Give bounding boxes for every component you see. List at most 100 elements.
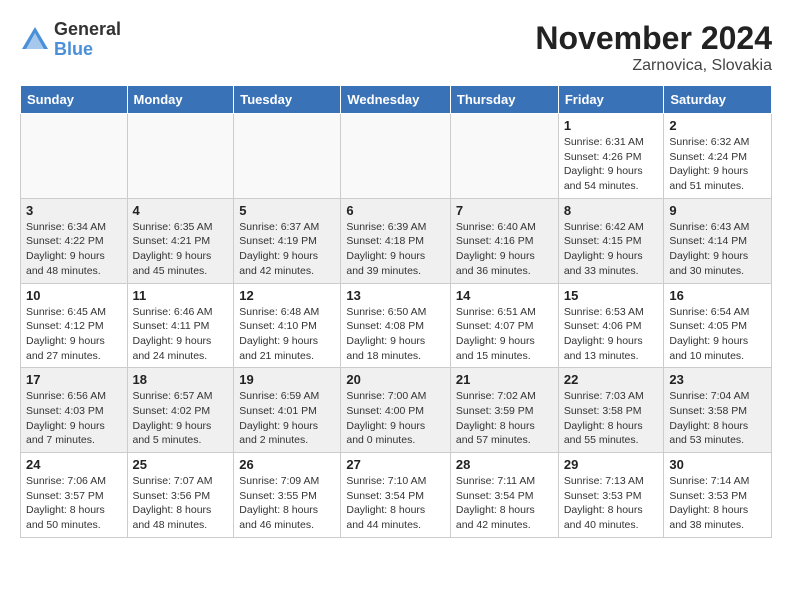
calendar-week-row-0: 1Sunrise: 6:31 AM Sunset: 4:26 PM Daylig… [21, 114, 772, 199]
day-number: 16 [669, 288, 766, 303]
day-number: 29 [564, 457, 659, 472]
header-saturday: Saturday [664, 86, 772, 114]
day-info: Sunrise: 6:37 AM Sunset: 4:19 PM Dayligh… [239, 220, 335, 279]
calendar-cell: 30 Sunrise: 7:14 AM Sunset: 3:53 PM Dayli… [664, 453, 772, 538]
calendar-cell: 27 Sunrise: 7:10 AM Sunset: 3:54 PM Dayli… [341, 453, 451, 538]
day-number: 25 [133, 457, 229, 472]
header-sunday: Sunday [21, 86, 128, 114]
day-info: Sunrise: 6:56 AM Sunset: 4:03 PM Dayligh… [26, 389, 122, 448]
calendar-cell: 13 Sunrise: 6:50 AM Sunset: 4:08 PM Dayli… [341, 283, 451, 368]
page-header: General Blue November 2024 Zarnovica, Sl… [20, 20, 772, 75]
day-number: 17 [26, 372, 122, 387]
calendar-cell [450, 114, 558, 199]
day-number: 2 [669, 118, 766, 133]
day-info: Sunrise: 6:57 AM Sunset: 4:02 PM Dayligh… [133, 389, 229, 448]
day-number: 10 [26, 288, 122, 303]
logo-icon [20, 25, 50, 55]
calendar-cell: 9 Sunrise: 6:43 AM Sunset: 4:14 PM Daylig… [664, 198, 772, 283]
calendar-cell [127, 114, 234, 199]
logo-blue: Blue [54, 40, 121, 60]
day-number: 4 [133, 203, 229, 218]
day-info: Sunrise: 7:14 AM Sunset: 3:53 PM Dayligh… [669, 474, 766, 533]
calendar-cell: 6 Sunrise: 6:39 AM Sunset: 4:18 PM Daylig… [341, 198, 451, 283]
day-info: Sunrise: 6:34 AM Sunset: 4:22 PM Dayligh… [26, 220, 122, 279]
calendar-cell [21, 114, 128, 199]
day-info: Sunrise: 6:54 AM Sunset: 4:05 PM Dayligh… [669, 305, 766, 364]
day-number: 15 [564, 288, 659, 303]
header-friday: Friday [558, 86, 664, 114]
calendar-cell: 11 Sunrise: 6:46 AM Sunset: 4:11 PM Dayli… [127, 283, 234, 368]
day-info: Sunrise: 6:48 AM Sunset: 4:10 PM Dayligh… [239, 305, 335, 364]
day-number: 13 [346, 288, 445, 303]
day-number: 11 [133, 288, 229, 303]
day-info: Sunrise: 6:59 AM Sunset: 4:01 PM Dayligh… [239, 389, 335, 448]
calendar-cell: 4 Sunrise: 6:35 AM Sunset: 4:21 PM Daylig… [127, 198, 234, 283]
calendar-cell: 24Sunrise: 7:06 AM Sunset: 3:57 PM Dayli… [21, 453, 128, 538]
title-block: November 2024 Zarnovica, Slovakia [535, 20, 772, 75]
day-number: 28 [456, 457, 553, 472]
day-info: Sunrise: 6:51 AM Sunset: 4:07 PM Dayligh… [456, 305, 553, 364]
calendar-cell: 10 Sunrise: 6:45 AM Sunset: 4:12 PM Dayli… [21, 283, 128, 368]
day-number: 18 [133, 372, 229, 387]
day-number: 23 [669, 372, 766, 387]
day-number: 19 [239, 372, 335, 387]
day-number: 3 [26, 203, 122, 218]
calendar-cell: 23 Sunrise: 7:04 AM Sunset: 3:58 PM Dayli… [664, 368, 772, 453]
calendar-cell: 14 Sunrise: 6:51 AM Sunset: 4:07 PM Dayli… [450, 283, 558, 368]
day-number: 9 [669, 203, 766, 218]
calendar-cell: 3 Sunrise: 6:34 AM Sunset: 4:22 PM Daylig… [21, 198, 128, 283]
location: Zarnovica, Slovakia [535, 57, 772, 75]
calendar-cell: 21 Sunrise: 7:02 AM Sunset: 3:59 PM Dayli… [450, 368, 558, 453]
day-info: Sunrise: 6:46 AM Sunset: 4:11 PM Dayligh… [133, 305, 229, 364]
calendar-cell: 28 Sunrise: 7:11 AM Sunset: 3:54 PM Dayli… [450, 453, 558, 538]
day-info: Sunrise: 7:03 AM Sunset: 3:58 PM Dayligh… [564, 389, 659, 448]
calendar-cell: 12 Sunrise: 6:48 AM Sunset: 4:10 PM Dayli… [234, 283, 341, 368]
calendar-cell: 19 Sunrise: 6:59 AM Sunset: 4:01 PM Dayli… [234, 368, 341, 453]
day-info: Sunrise: 7:07 AM Sunset: 3:56 PM Dayligh… [133, 474, 229, 533]
day-number: 6 [346, 203, 445, 218]
calendar-cell: 7Sunrise: 6:40 AM Sunset: 4:16 PM Daylig… [450, 198, 558, 283]
calendar-cell: 16 Sunrise: 6:54 AM Sunset: 4:05 PM Dayli… [664, 283, 772, 368]
calendar-cell: 25 Sunrise: 7:07 AM Sunset: 3:56 PM Dayli… [127, 453, 234, 538]
day-info: Sunrise: 7:09 AM Sunset: 3:55 PM Dayligh… [239, 474, 335, 533]
header-thursday: Thursday [450, 86, 558, 114]
calendar-cell: 5 Sunrise: 6:37 AM Sunset: 4:19 PM Daylig… [234, 198, 341, 283]
calendar-cell: 26Sunrise: 7:09 AM Sunset: 3:55 PM Dayli… [234, 453, 341, 538]
day-info: Sunrise: 7:11 AM Sunset: 3:54 PM Dayligh… [456, 474, 553, 533]
day-info: Sunrise: 6:31 AM Sunset: 4:26 PM Dayligh… [564, 135, 659, 194]
day-info: Sunrise: 7:13 AM Sunset: 3:53 PM Dayligh… [564, 474, 659, 533]
day-number: 5 [239, 203, 335, 218]
day-number: 27 [346, 457, 445, 472]
calendar-cell: 2Sunrise: 6:32 AM Sunset: 4:24 PM Daylig… [664, 114, 772, 199]
day-info: Sunrise: 7:06 AM Sunset: 3:57 PM Dayligh… [26, 474, 122, 533]
header-monday: Monday [127, 86, 234, 114]
calendar-cell: 8 Sunrise: 6:42 AM Sunset: 4:15 PM Daylig… [558, 198, 664, 283]
logo: General Blue [20, 20, 121, 60]
day-info: Sunrise: 6:39 AM Sunset: 4:18 PM Dayligh… [346, 220, 445, 279]
calendar-header-row: Sunday Monday Tuesday Wednesday Thursday… [21, 86, 772, 114]
calendar-cell: 1Sunrise: 6:31 AM Sunset: 4:26 PM Daylig… [558, 114, 664, 199]
day-info: Sunrise: 6:45 AM Sunset: 4:12 PM Dayligh… [26, 305, 122, 364]
day-info: Sunrise: 6:43 AM Sunset: 4:14 PM Dayligh… [669, 220, 766, 279]
day-number: 30 [669, 457, 766, 472]
day-number: 12 [239, 288, 335, 303]
day-info: Sunrise: 6:50 AM Sunset: 4:08 PM Dayligh… [346, 305, 445, 364]
day-number: 14 [456, 288, 553, 303]
logo-text: General Blue [54, 20, 121, 60]
day-number: 8 [564, 203, 659, 218]
day-info: Sunrise: 7:02 AM Sunset: 3:59 PM Dayligh… [456, 389, 553, 448]
day-info: Sunrise: 6:42 AM Sunset: 4:15 PM Dayligh… [564, 220, 659, 279]
day-info: Sunrise: 6:40 AM Sunset: 4:16 PM Dayligh… [456, 220, 553, 279]
day-number: 21 [456, 372, 553, 387]
logo-general: General [54, 20, 121, 40]
calendar-cell [234, 114, 341, 199]
day-info: Sunrise: 7:00 AM Sunset: 4:00 PM Dayligh… [346, 389, 445, 448]
day-info: Sunrise: 7:04 AM Sunset: 3:58 PM Dayligh… [669, 389, 766, 448]
day-info: Sunrise: 6:53 AM Sunset: 4:06 PM Dayligh… [564, 305, 659, 364]
calendar-table: Sunday Monday Tuesday Wednesday Thursday… [20, 85, 772, 538]
day-info: Sunrise: 7:10 AM Sunset: 3:54 PM Dayligh… [346, 474, 445, 533]
calendar-cell: 29 Sunrise: 7:13 AM Sunset: 3:53 PM Dayli… [558, 453, 664, 538]
day-info: Sunrise: 6:35 AM Sunset: 4:21 PM Dayligh… [133, 220, 229, 279]
calendar-week-row-1: 3 Sunrise: 6:34 AM Sunset: 4:22 PM Daylig… [21, 198, 772, 283]
calendar-cell: 15 Sunrise: 6:53 AM Sunset: 4:06 PM Dayli… [558, 283, 664, 368]
